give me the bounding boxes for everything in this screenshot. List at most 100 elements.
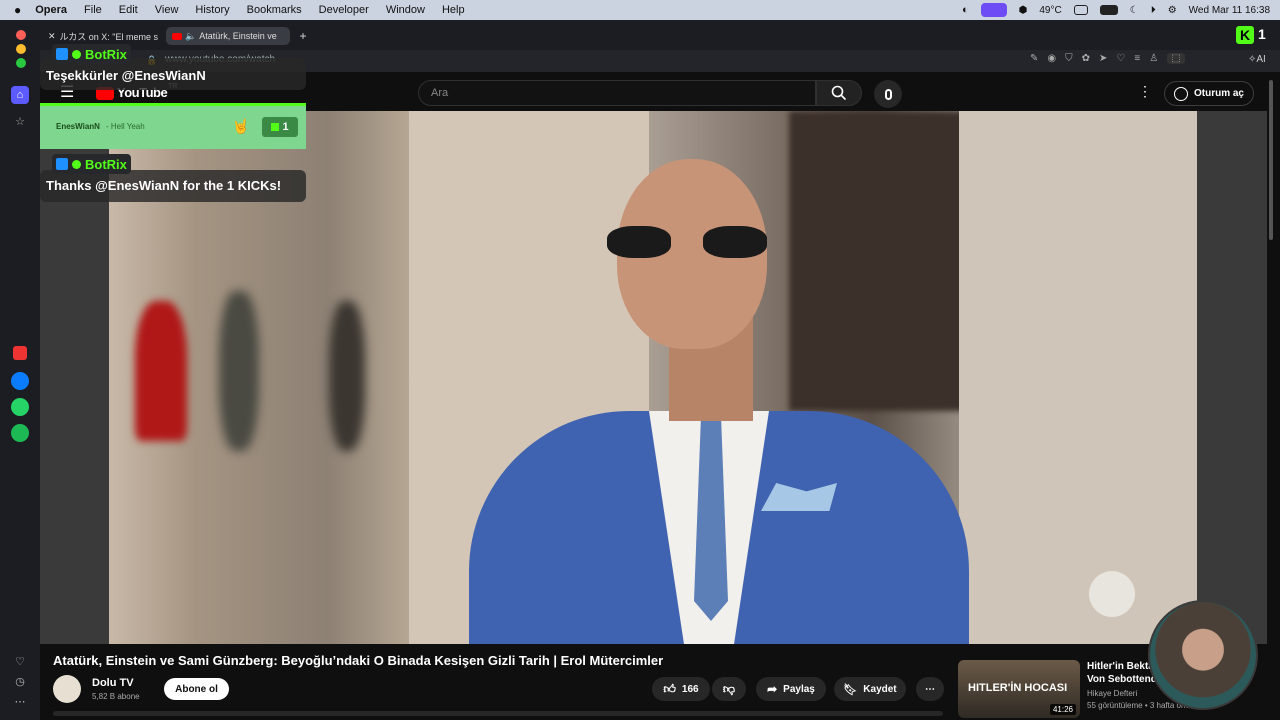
recommended-title-line2[interactable]: Von Sebottend [1087, 674, 1157, 685]
menu-lines-icon[interactable]: ≡ [1134, 53, 1140, 64]
window-minimize-button[interactable] [16, 44, 26, 54]
opera-sidebar: ⌂ ☆ ♡ ◷ ⋯ [0, 20, 40, 720]
gift-user: EnesWianN [56, 122, 100, 131]
camera-icon[interactable]: ◉ [1047, 53, 1056, 64]
status-purple-icon[interactable] [980, 3, 1007, 17]
channel-name[interactable]: Dolu TV [92, 677, 134, 689]
send-icon[interactable]: ➤ [1099, 53, 1107, 64]
tab-youtube[interactable]: 🔈 Atatürk, Einstein ve [166, 27, 290, 45]
shield-icon[interactable]: ⛉ [1065, 53, 1073, 64]
menubar-clock[interactable]: Wed Mar 11 16:38 [1189, 5, 1270, 16]
kick-count: 1 [282, 121, 289, 133]
search-input[interactable]: Ara [418, 80, 816, 106]
menu-history[interactable]: History [195, 4, 229, 16]
history-icon[interactable]: ◷ [11, 672, 29, 690]
scrollbar[interactable] [1269, 80, 1273, 240]
bot-message: Thanks @EnesWianN for the 1 KICKs! [46, 178, 282, 193]
bookmark-heart-icon[interactable]: ♡ [1116, 53, 1125, 64]
star-icon[interactable]: ☆ [11, 112, 29, 130]
background-figure [135, 301, 187, 441]
profile-icon[interactable]: ♙ [1149, 53, 1158, 64]
menu-edit[interactable]: Edit [119, 4, 138, 16]
voice-search-button[interactable] [874, 80, 902, 108]
display-icon[interactable] [1073, 5, 1088, 15]
recommended-title[interactable]: Hitler'in Bekta [1087, 661, 1154, 672]
menu-window[interactable]: Window [386, 4, 425, 16]
box-icon[interactable]: ⬚ [1167, 53, 1185, 64]
apple-icon[interactable]: ● [14, 3, 21, 17]
background-figure [329, 301, 365, 451]
video-title: Atatürk, Einstein ve Sami Günzberg: Beyo… [53, 653, 664, 668]
more-actions-button[interactable]: ⋯ [916, 677, 944, 701]
recommended-thumbnail[interactable]: HITLER'İN HOCASI 41:26 [958, 660, 1080, 718]
toolbar-icons: ✎ ◉ ⛉ ✿ ➤ ♡ ≡ ♙ ⬚ [1030, 53, 1185, 64]
stone-column [959, 111, 1197, 644]
sunglasses-lens [703, 226, 767, 258]
verified-icon [72, 159, 81, 169]
bookmark-icon: 🔖︎ [843, 683, 858, 696]
channel-avatar[interactable] [53, 675, 81, 703]
whatsapp-icon[interactable] [11, 398, 29, 416]
kick-count-icon: 1 [1258, 26, 1266, 42]
recommended-channel[interactable]: Hikaye Defteri [1087, 689, 1137, 698]
like-count: 166 [681, 683, 699, 695]
subscriber-count: 5,82 B abone [92, 692, 140, 701]
account-circle-icon [1173, 86, 1188, 101]
ai-button[interactable]: ✧AI [1248, 54, 1266, 65]
video-letterbox-right [1197, 111, 1267, 644]
subscribe-button[interactable]: Abone ol [164, 678, 229, 700]
mail-app-icon[interactable] [13, 346, 27, 360]
verified-icon [72, 49, 81, 59]
tab-x[interactable]: ✕ ルカス on X: "El meme s [42, 27, 162, 45]
kick-count-badge: 1 [262, 117, 298, 137]
signin-button[interactable]: Oturum aç [1164, 81, 1254, 106]
battery-icon[interactable] [1099, 5, 1118, 15]
streamer-webcam [1148, 600, 1258, 710]
rock-hand-icon: 🤘 [232, 118, 250, 134]
macos-menubar: ● Opera File Edit View History Bookmarks… [0, 0, 1280, 20]
kebab-menu-icon[interactable]: ⋮ [1138, 83, 1152, 100]
home-icon[interactable]: ⌂ [11, 86, 29, 104]
messenger-icon[interactable] [11, 372, 29, 390]
menu-opera[interactable]: Opera [35, 4, 67, 16]
new-tab-button[interactable]: + [294, 27, 312, 45]
menu-file[interactable]: File [84, 4, 102, 16]
menu-bookmarks[interactable]: Bookmarks [247, 4, 302, 16]
kick-gift-banner: EnesWianN - Hell Yeah 🤘 1 [40, 103, 306, 149]
botrix-badge: BotRix [52, 44, 131, 64]
window-close-button[interactable] [16, 30, 26, 40]
save-button[interactable]: 🔖︎ Kaydet [834, 677, 906, 701]
menu-developer[interactable]: Developer [319, 4, 369, 16]
search-button[interactable] [816, 80, 862, 106]
more-icon[interactable]: ⋯ [11, 692, 29, 710]
botrix-badge: BotRix [52, 154, 131, 174]
status-hex-icon[interactable]: ⬢ [1019, 5, 1028, 16]
progress-track [53, 711, 943, 716]
temperature-readout[interactable]: 49°C [1039, 5, 1061, 16]
like-button[interactable]: 👍︎ 166 [652, 677, 710, 701]
spotify-icon[interactable] [11, 424, 29, 442]
mic-icon [884, 88, 892, 100]
bot-name: BotRix [85, 156, 127, 172]
control-center-icon[interactable]: ⚙ [1168, 5, 1177, 16]
ai-label: AI [1256, 54, 1266, 65]
menu-help[interactable]: Help [442, 4, 465, 16]
share-button[interactable]: ➦ Paylaş [756, 677, 826, 701]
kick-app-icon[interactable]: K [1236, 26, 1254, 44]
dislike-button[interactable]: 👎︎ [712, 677, 746, 701]
tab-label: Atatürk, Einstein ve [199, 31, 277, 41]
save-label: Kaydet [863, 683, 897, 695]
speaker-icon: 🔈 [185, 30, 197, 41]
play-icon[interactable]: ⏵ [1151, 5, 1156, 16]
edit-icon[interactable]: ✎ [1030, 53, 1038, 64]
heart-icon[interactable]: ♡ [11, 652, 29, 670]
status-app-icon[interactable]: ◐ [962, 4, 969, 16]
window-zoom-button[interactable] [16, 58, 26, 68]
botrix-logo-icon [56, 158, 68, 170]
moon-icon[interactable]: ☾ [1130, 5, 1139, 16]
menu-view[interactable]: View [155, 4, 179, 16]
search-icon [831, 85, 847, 101]
thumbnail-text: HITLER'İN HOCASI [968, 682, 1068, 694]
sunglasses-lens [607, 226, 671, 258]
extension-icon[interactable]: ✿ [1082, 53, 1090, 64]
